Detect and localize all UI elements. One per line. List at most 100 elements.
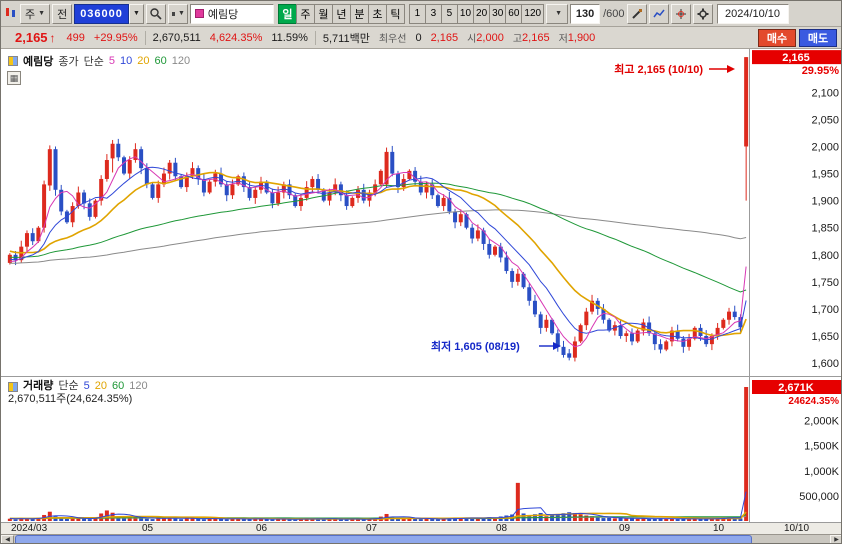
stock-chart-window: 주▼ 전 036000 ▼ ▼ 예림당 일 주 월 년 분 초 틱 1 3 5 xyxy=(0,0,842,544)
period-month-button[interactable]: 월 xyxy=(313,3,333,24)
bar-count-field[interactable]: 130 xyxy=(570,3,601,24)
interval-button-group: 1 3 5 10 20 30 60 120 xyxy=(408,3,545,24)
stock-name-value: 예림당 xyxy=(207,8,239,21)
best-quote-label: 최우선 xyxy=(378,34,407,45)
svg-text:1,800: 1,800 xyxy=(811,250,839,262)
crosshair-tool-icon[interactable] xyxy=(670,3,691,24)
period-minute-button[interactable]: 분 xyxy=(349,3,369,24)
volume-pane-title: 거래량 xyxy=(23,380,54,392)
period-second-button[interactable]: 초 xyxy=(367,3,387,24)
pen-tool-icon[interactable] xyxy=(626,3,647,24)
interval-3-button[interactable]: 3 xyxy=(424,3,442,24)
svg-text:1,000K: 1,000K xyxy=(804,466,840,478)
svg-text:2,165: 2,165 xyxy=(782,52,810,64)
ma20-label: 20 xyxy=(137,55,150,67)
scrollbar-thumb[interactable] xyxy=(15,535,752,543)
volume-value: 2,670,511 xyxy=(152,31,201,44)
interval-120-button[interactable]: 120 xyxy=(521,3,545,24)
svg-text:최저 1,605 (08/19): 최저 1,605 (08/19) xyxy=(431,339,520,353)
svg-text:1,900: 1,900 xyxy=(811,196,839,208)
chart-toolbar: 주▼ 전 036000 ▼ ▼ 예림당 일 주 월 년 분 초 틱 1 3 5 xyxy=(1,1,841,27)
chart-style-select[interactable]: ▼ xyxy=(546,3,569,24)
speaker-dropdown-icon: ▼ xyxy=(177,10,185,17)
trade-value: 5,711백만 xyxy=(322,32,370,45)
stock-name-field[interactable]: 예림당 xyxy=(189,3,274,24)
volume-pane-header: 거래량 단순 5 20 60 120 2,670,511주(24,624.35%… xyxy=(8,380,148,406)
stock-code-input[interactable]: 036000 ▼ xyxy=(74,3,144,24)
period-week-button[interactable]: 주 xyxy=(295,3,315,24)
period-button-group: 일 주 월 년 분 초 틱 xyxy=(277,3,405,24)
price-change: 499 xyxy=(66,31,85,44)
chart-canvas[interactable]: 2,100 2,050 2,000 1,950 1,900 1,850 1,800 1,750… xyxy=(1,49,842,534)
interval-30-button[interactable]: 30 xyxy=(489,3,507,24)
ma120-label: 120 xyxy=(171,55,191,67)
svg-text:06: 06 xyxy=(256,523,268,534)
scroll-right-button[interactable]: ▶ xyxy=(830,535,841,543)
stock-type-select[interactable]: 주 ▼ xyxy=(20,3,51,24)
volume-change-pct: 4,624.35% xyxy=(209,31,263,44)
speaker-icon[interactable]: ▼ xyxy=(167,3,188,24)
chevron-down-icon: ▼ xyxy=(555,10,563,17)
sell-button[interactable]: 매도 xyxy=(799,28,837,47)
svg-text:07: 07 xyxy=(366,523,378,534)
svg-text:1,500K: 1,500K xyxy=(804,441,840,453)
interval-20-button[interactable]: 20 xyxy=(473,3,491,24)
svg-text:05: 05 xyxy=(142,523,154,534)
stock-type-label: 주 xyxy=(25,8,36,21)
svg-text:2,671K: 2,671K xyxy=(778,382,814,394)
interval-5-button[interactable]: 5 xyxy=(440,3,458,24)
turnover-pct: 11.59% xyxy=(271,31,308,44)
jeon-button[interactable]: 전 xyxy=(52,3,73,24)
ma10-label: 10 xyxy=(120,55,133,67)
best-bid-value: 2,165 xyxy=(430,31,459,44)
open-label: 시 xyxy=(467,34,477,45)
high-label: 고 xyxy=(512,34,523,45)
chevron-down-icon: ▼ xyxy=(38,10,46,17)
up-arrow-icon: ↑ xyxy=(49,30,56,45)
bar-total-label: /600 xyxy=(603,7,625,20)
volume-summary: 2,670,511주(24,624.35%) xyxy=(8,393,133,405)
period-year-button[interactable]: 년 xyxy=(331,3,351,24)
svg-text:2,000: 2,000 xyxy=(811,141,839,153)
svg-text:2,050: 2,050 xyxy=(811,114,839,126)
period-day-button[interactable]: 일 xyxy=(277,3,297,24)
chart-window-icon xyxy=(4,5,18,22)
svg-text:500,000: 500,000 xyxy=(799,491,839,503)
buy-button[interactable]: 매수 xyxy=(758,28,796,47)
svg-text:10: 10 xyxy=(713,523,725,534)
interval-1-button[interactable]: 1 xyxy=(408,3,426,24)
period-tick-button[interactable]: 틱 xyxy=(385,3,405,24)
search-icon[interactable] xyxy=(145,3,166,24)
svg-text:최고 2,165 (10/10): 최고 2,165 (10/10) xyxy=(614,62,703,76)
svg-text:29.95%: 29.95% xyxy=(802,65,840,77)
chart-scrollbar[interactable]: ◀ ▶ xyxy=(1,534,841,543)
high-value: 2,165 xyxy=(522,31,550,44)
best-ask-value: 0 xyxy=(415,31,422,44)
svg-text:1,950: 1,950 xyxy=(811,169,839,181)
settings-gear-icon[interactable] xyxy=(692,3,713,24)
vma60-label: 60 xyxy=(112,380,125,392)
divider xyxy=(314,30,316,45)
svg-text:1,850: 1,850 xyxy=(811,223,839,235)
stock-code-value[interactable]: 036000 xyxy=(74,3,129,24)
price-change-pct: +29.95% xyxy=(93,31,138,44)
code-dropdown-icon[interactable]: ▼ xyxy=(128,3,144,24)
svg-text:1,600: 1,600 xyxy=(811,358,839,370)
interval-10-button[interactable]: 10 xyxy=(456,3,475,24)
line-chart-tool-icon[interactable] xyxy=(648,3,669,24)
open-value: 2,000 xyxy=(476,31,504,44)
chart-grid-icon[interactable]: ▦ xyxy=(7,71,21,85)
date-field[interactable]: 2024/10/10 xyxy=(716,3,789,24)
svg-text:2,100: 2,100 xyxy=(811,87,839,99)
svg-text:08: 08 xyxy=(496,523,508,534)
interval-60-button[interactable]: 60 xyxy=(505,3,523,24)
scroll-left-button[interactable]: ◀ xyxy=(1,535,14,543)
volume-ma-type-label: 단순 xyxy=(58,380,79,392)
svg-text:1,650: 1,650 xyxy=(811,331,839,343)
vma120-label: 120 xyxy=(129,380,148,392)
vma5-label: 5 xyxy=(83,380,90,392)
svg-text:2024/03: 2024/03 xyxy=(11,523,48,534)
svg-text:10/10: 10/10 xyxy=(784,523,809,534)
ma5-label: 5 xyxy=(108,55,115,67)
chart-area: 2,100 2,050 2,000 1,950 1,900 1,850 1,800 1,750… xyxy=(1,49,842,534)
